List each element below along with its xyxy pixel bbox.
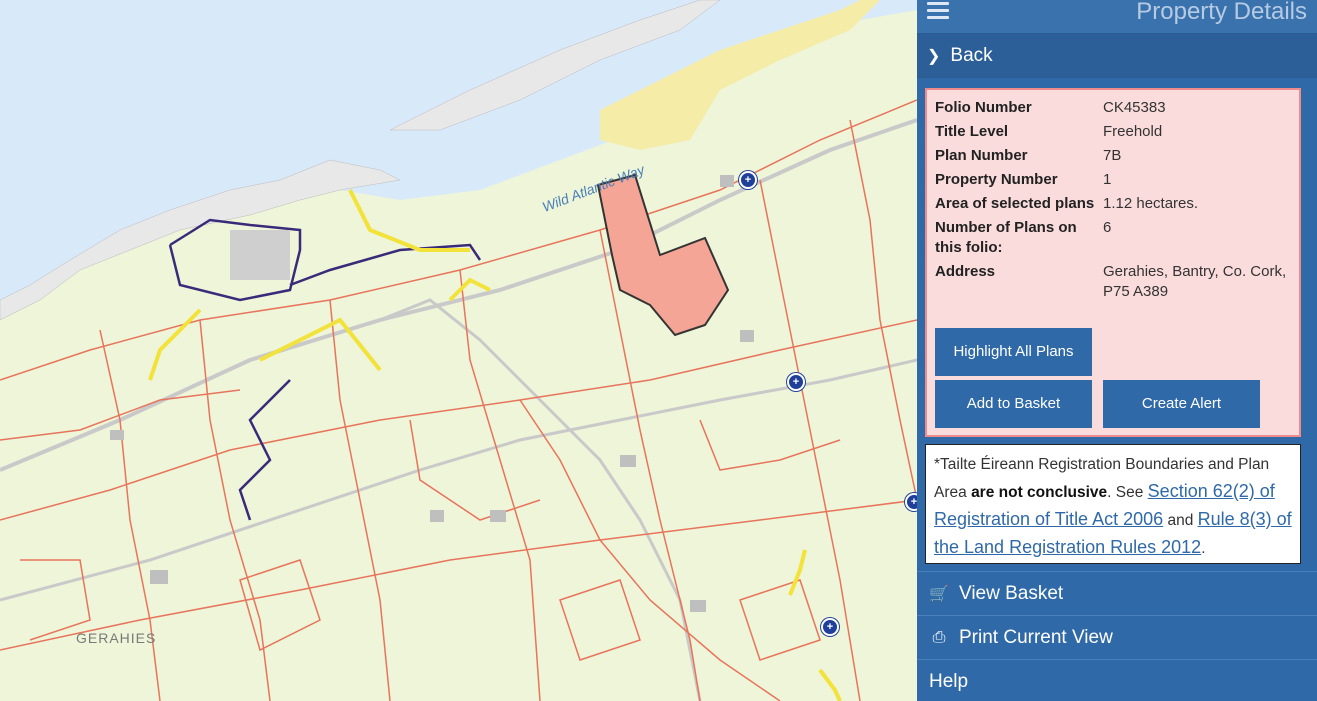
help-label: Help — [929, 670, 969, 692]
map-pin-icon[interactable]: + — [821, 618, 839, 636]
detail-row: Address Gerahies, Bantry, Co. Cork, P75 … — [935, 262, 1291, 302]
detail-label: Plan Number — [935, 147, 1028, 164]
add-to-basket-button[interactable]: Add to Basket — [935, 380, 1092, 428]
detail-value: 7B — [1103, 147, 1122, 164]
disclaimer-text: . — [1201, 540, 1206, 557]
disclaimer-box: *Tailte Éireann Registration Boundaries … — [925, 444, 1301, 564]
detail-label: Number of Plans on this folio: — [935, 219, 1077, 256]
highlight-all-plans-button[interactable]: Highlight All Plans — [935, 328, 1092, 376]
sidebar-title: Property Details — [1136, 0, 1307, 25]
place-label: GERAHIES — [76, 630, 157, 646]
map-pin-icon[interactable]: + — [739, 171, 757, 189]
print-label: Print Current View — [959, 626, 1113, 648]
property-details-panel: Folio Number CK45383 Title Level Freehol… — [925, 88, 1301, 437]
chevron-right-icon: ❯ — [927, 47, 941, 65]
disclaimer-bold: are not conclusive — [971, 484, 1108, 501]
detail-label: Property Number — [935, 171, 1058, 188]
detail-row: Folio Number CK45383 — [935, 98, 1291, 118]
view-basket-label: View Basket — [959, 582, 1064, 604]
disclaimer-text: and — [1163, 512, 1198, 529]
detail-row: Number of Plans on this folio: 6 — [935, 218, 1291, 258]
property-sidebar: Property Details ❯ Back Folio Number CK4… — [917, 0, 1317, 701]
detail-value: Gerahies, Bantry, Co. Cork, P75 A389 — [1103, 263, 1287, 300]
back-label: Back — [950, 44, 993, 66]
detail-value: 1 — [1103, 171, 1112, 188]
printer-icon: ⎙ — [932, 628, 946, 646]
map-pin-icon[interactable]: + — [787, 373, 805, 391]
detail-label: Area of selected plans — [935, 195, 1095, 212]
detail-label: Title Level — [935, 123, 1009, 140]
detail-value: Freehold — [1103, 123, 1163, 140]
detail-label: Folio Number — [935, 99, 1032, 116]
disclaimer-text: . See — [1107, 484, 1148, 501]
help-button[interactable]: Help — [917, 659, 1317, 701]
detail-value: 6 — [1103, 219, 1112, 236]
detail-row: Title Level Freehold — [935, 122, 1291, 142]
view-basket-button[interactable]: 🛒 View Basket — [917, 571, 1317, 615]
detail-value: 1.12 hectares. — [1103, 195, 1199, 212]
hamburger-menu-icon[interactable] — [927, 2, 949, 20]
detail-value: CK45383 — [1103, 99, 1166, 116]
cart-icon: 🛒 — [929, 585, 949, 603]
create-alert-button[interactable]: Create Alert — [1103, 380, 1260, 428]
map-canvas[interactable] — [0, 0, 917, 701]
sidebar-header: Property Details — [917, 0, 1317, 34]
detail-row: Area of selected plans 1.12 hectares. — [935, 194, 1291, 214]
detail-label: Address — [935, 263, 996, 280]
detail-row: Property Number 1 — [935, 170, 1291, 190]
detail-row: Plan Number 7B — [935, 146, 1291, 166]
map-view[interactable]: Wild Atlantic Way GERAHIES + + + + — [0, 0, 917, 701]
back-button[interactable]: ❯ Back — [917, 34, 1317, 78]
print-current-view-button[interactable]: ⎙ Print Current View — [917, 615, 1317, 659]
map-pin-icon[interactable]: + — [905, 493, 917, 511]
